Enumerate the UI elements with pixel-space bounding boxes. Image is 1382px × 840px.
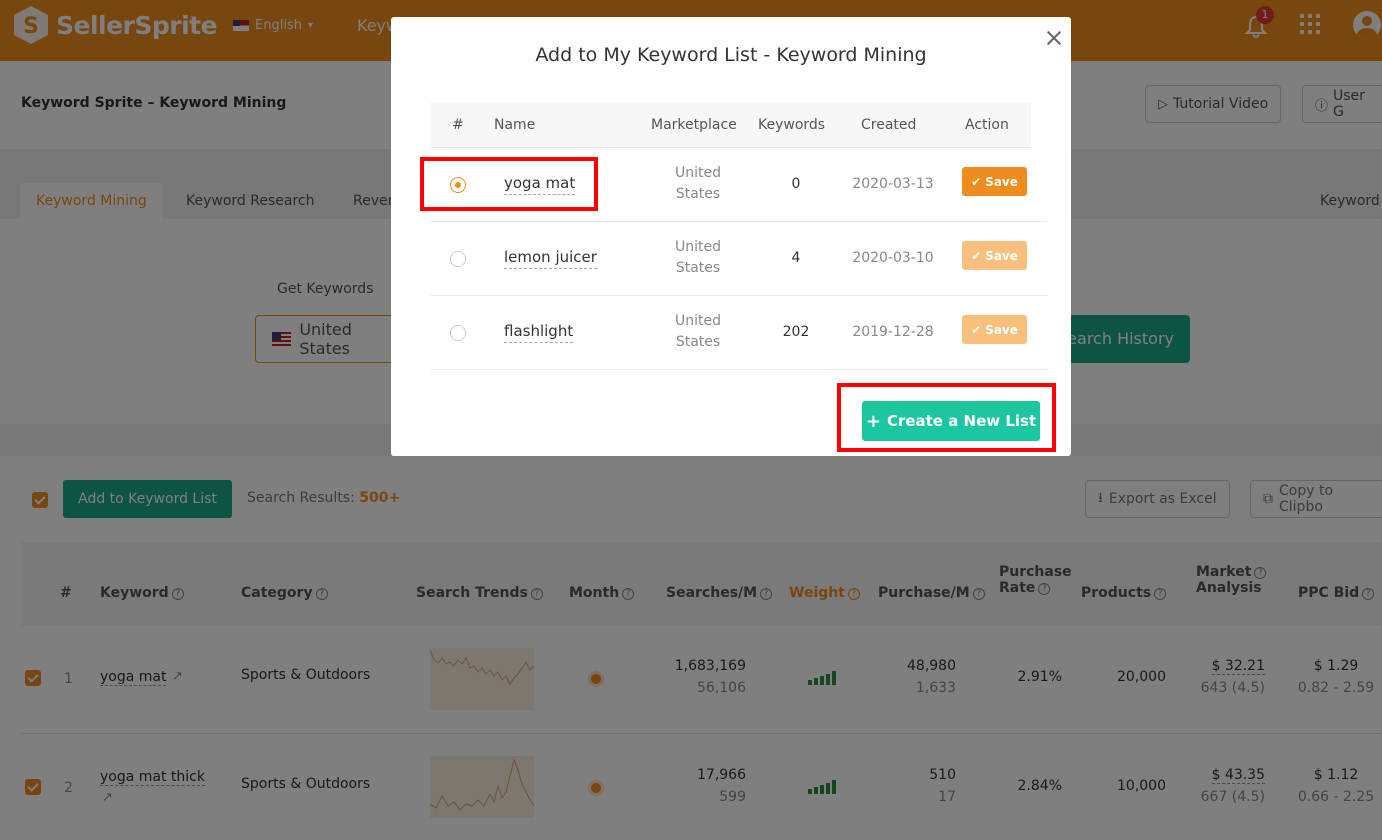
save-button[interactable]: ✔ Save xyxy=(962,167,1027,196)
highlight-box-selected-list xyxy=(420,157,598,211)
highlight-box-create-list xyxy=(837,383,1056,452)
modal-table-header: # Name Marketplace Keywords Created Acti… xyxy=(431,102,1031,148)
close-icon[interactable] xyxy=(1042,26,1066,50)
keyword-list-row: flashlight United States 202 2019-12-28 ✔… xyxy=(431,296,1047,370)
save-button[interactable]: ✔ Save xyxy=(962,315,1027,344)
save-button[interactable]: ✔ Save xyxy=(962,241,1027,270)
modal-title: Add to My Keyword List - Keyword Mining xyxy=(535,44,927,66)
list-marketplace: United States xyxy=(675,313,721,350)
check-icon: ✔ xyxy=(971,248,982,263)
list-marketplace: United States xyxy=(675,239,721,276)
keyword-list-row: lemon juicer United States 4 2020-03-10 ✔… xyxy=(431,222,1047,296)
check-icon: ✔ xyxy=(971,322,982,337)
list-radio[interactable] xyxy=(450,325,466,341)
list-name[interactable]: lemon juicer xyxy=(504,248,597,269)
list-name[interactable]: flashlight xyxy=(504,322,574,343)
list-radio[interactable] xyxy=(450,251,466,267)
add-to-keyword-list-modal: Add to My Keyword List - Keyword Mining … xyxy=(391,17,1071,456)
list-marketplace: United States xyxy=(675,165,721,202)
check-icon: ✔ xyxy=(971,174,982,189)
